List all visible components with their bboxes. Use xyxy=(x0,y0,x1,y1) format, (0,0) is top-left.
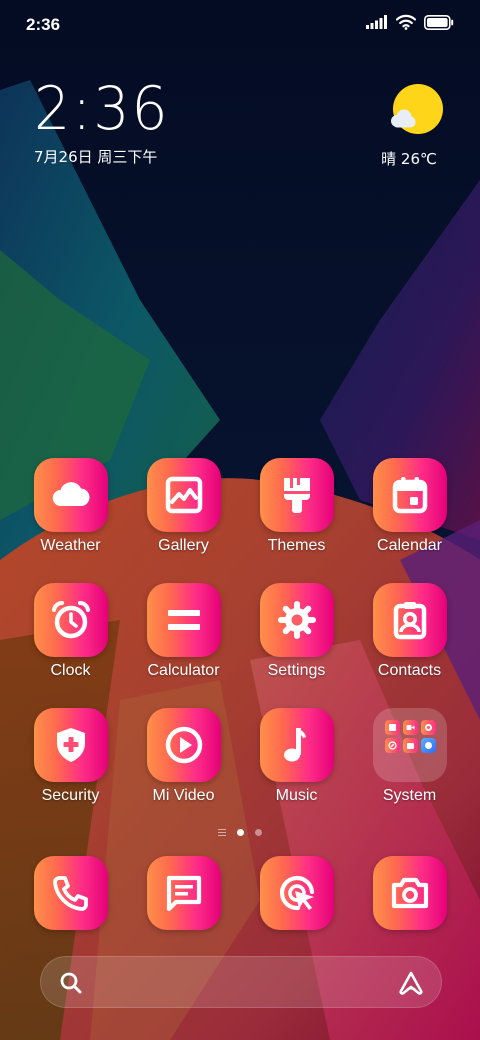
app-label: Settings xyxy=(267,662,326,679)
alarm-clock-icon xyxy=(51,600,90,639)
page-dot xyxy=(255,829,262,836)
battery-icon xyxy=(424,14,454,30)
app-mi-video[interactable]: Mi Video xyxy=(127,708,240,833)
status-icons xyxy=(366,14,454,30)
app-system-folder[interactable]: System xyxy=(353,708,466,833)
dock-phone[interactable] xyxy=(14,856,127,930)
assistant-icon[interactable] xyxy=(398,970,424,996)
app-settings[interactable]: Settings xyxy=(240,583,353,708)
calendar-icon xyxy=(392,477,427,514)
clock-widget[interactable]: 2:36 7月26日 周三下午 xyxy=(34,76,177,167)
status-bar: 2:36 xyxy=(0,0,480,50)
app-icon-tile xyxy=(259,856,334,930)
app-security[interactable]: Security xyxy=(14,708,127,833)
phone-icon xyxy=(52,876,88,911)
app-icon-tile xyxy=(259,458,334,532)
clock-time: 2:36 xyxy=(34,74,170,144)
app-icon-tile xyxy=(372,856,447,930)
app-icon-tile xyxy=(259,708,334,782)
mini-app-icon xyxy=(420,738,436,753)
signal-icon xyxy=(366,15,387,29)
app-icon-tile xyxy=(372,458,447,532)
app-icon-tile xyxy=(146,583,221,657)
shield-plus-icon xyxy=(56,728,85,762)
app-icon-tile xyxy=(33,856,108,930)
mini-app-icon xyxy=(384,720,400,735)
app-icon-tile xyxy=(33,583,108,657)
app-icon-tile xyxy=(146,856,221,930)
app-label: Music xyxy=(275,787,318,804)
mini-app-icon xyxy=(402,720,418,735)
app-label: Clock xyxy=(50,662,91,679)
search-icon[interactable] xyxy=(59,971,83,995)
dock-messages[interactable] xyxy=(127,856,240,930)
dock-browser[interactable] xyxy=(240,856,353,930)
app-calculator[interactable]: Calculator xyxy=(127,583,240,708)
menu-lines-icon xyxy=(218,829,226,836)
equals-icon xyxy=(167,610,200,630)
app-label: Security xyxy=(41,787,100,804)
app-label: Weather xyxy=(40,537,101,554)
app-label: Contacts xyxy=(377,662,442,679)
app-gallery[interactable]: Gallery xyxy=(127,458,240,583)
app-weather[interactable]: Weather xyxy=(14,458,127,583)
app-icon-tile xyxy=(372,583,447,657)
app-icon-tile xyxy=(146,708,221,782)
clock-date: 7月26日 周三下午 xyxy=(34,148,158,166)
weather-widget[interactable]: 晴 26℃ xyxy=(381,84,446,169)
page-indicator[interactable] xyxy=(0,829,480,836)
app-icon-tile xyxy=(33,458,108,532)
contact-card-icon xyxy=(393,602,426,640)
app-grid: Weather Gallery Themes Calendar Clock Ca… xyxy=(14,458,466,833)
search-bar[interactable] xyxy=(40,956,442,1008)
app-icon-tile xyxy=(33,708,108,782)
paintbrush-icon xyxy=(283,478,310,513)
page-dot-active xyxy=(237,829,244,836)
app-label: Calendar xyxy=(377,537,442,554)
app-label: Gallery xyxy=(158,537,209,554)
wifi-icon xyxy=(396,14,416,30)
browser-cursor-icon xyxy=(279,875,314,911)
dock-camera[interactable] xyxy=(353,856,466,930)
app-icon-tile xyxy=(146,458,221,532)
app-label: Calculator xyxy=(147,662,220,679)
app-themes[interactable]: Themes xyxy=(240,458,353,583)
message-icon xyxy=(166,875,201,912)
cloud-icon xyxy=(52,482,90,507)
camera-icon xyxy=(391,877,428,909)
app-clock[interactable]: Clock xyxy=(14,583,127,708)
app-label: Mi Video xyxy=(152,787,215,804)
music-note-icon xyxy=(283,728,306,762)
app-calendar[interactable]: Calendar xyxy=(353,458,466,583)
mini-app-icon xyxy=(420,720,436,735)
dock xyxy=(14,856,466,930)
folder-icon xyxy=(372,708,447,782)
image-icon xyxy=(165,476,202,514)
app-contacts[interactable]: Contacts xyxy=(353,583,466,708)
mini-app-icon xyxy=(384,738,400,753)
weather-text: 晴 26℃ xyxy=(381,150,437,168)
gear-icon xyxy=(277,601,316,639)
app-label: Themes xyxy=(267,537,326,554)
app-music[interactable]: Music xyxy=(240,708,353,833)
mini-app-icon xyxy=(402,738,418,753)
app-label: System xyxy=(382,787,437,804)
app-icon-tile xyxy=(259,583,334,657)
play-circle-icon xyxy=(165,726,202,764)
sun-cloud-icon xyxy=(391,84,443,134)
status-time: 2:36 xyxy=(26,15,61,34)
